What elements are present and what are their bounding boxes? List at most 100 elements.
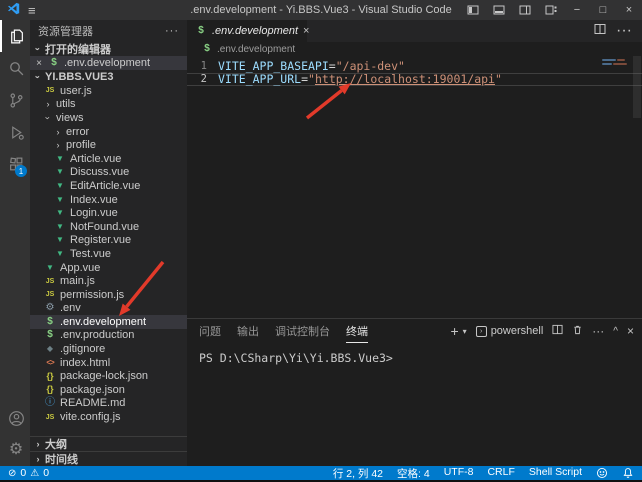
toggle-panel-icon[interactable] [486, 0, 512, 20]
tree-item-index-vue[interactable]: ▼Index.vue [30, 193, 187, 207]
more-actions-icon[interactable]: ··· [592, 324, 604, 338]
problems-status[interactable]: ⊘ 0 ⚠ 0 [8, 467, 49, 479]
outline-section[interactable]: › 大纲 [30, 436, 187, 451]
editor-scrollbar[interactable] [632, 56, 642, 318]
tree-item--env[interactable]: ⚙.env [30, 302, 187, 316]
tree-item-index-html[interactable]: <>index.html [30, 356, 187, 370]
tree-item-readme-md[interactable]: ⓘ README.md [30, 397, 187, 411]
status-bar: ⊘ 0 ⚠ 0 行 2, 列 42 空格: 4 UTF-8 CRLF Shell Scr… [0, 466, 642, 482]
tree-item-editarticle-vue[interactable]: ▼EditArticle.vue [30, 179, 187, 193]
split-editor-icon[interactable] [594, 22, 606, 40]
account-icon[interactable] [0, 402, 30, 434]
vue-file-icon: ▼ [54, 182, 66, 190]
project-section[interactable]: › YI.BBS.VUE3 [30, 70, 187, 84]
more-actions-icon[interactable]: ··· [165, 25, 179, 37]
shell-file-icon: $ [195, 26, 207, 36]
status-item[interactable]: 空格: 4 [397, 466, 430, 481]
tree-item--env-production[interactable]: $.env.production [30, 329, 187, 343]
menu-icon[interactable]: ≡ [28, 3, 36, 18]
toggle-sidebar-icon[interactable] [460, 0, 486, 20]
minimize-button[interactable]: − [564, 0, 590, 20]
status-item[interactable]: Shell Script [529, 466, 582, 481]
terminal-output[interactable]: PS D:\CSharp\Yi\Yi.BBS.Vue3> [187, 343, 642, 466]
more-actions-icon[interactable]: ··· [616, 22, 632, 40]
open-editors-section[interactable]: › 打开的编辑器 [30, 42, 187, 56]
tree-item-register-vue[interactable]: ▼Register.vue [30, 234, 187, 248]
open-editor-label: .env.development [64, 57, 150, 69]
close-tab-icon[interactable]: × [303, 25, 309, 37]
maximize-button[interactable]: □ [590, 0, 616, 20]
html-file-icon: <> [44, 359, 56, 367]
kill-terminal-icon[interactable] [572, 324, 583, 338]
customize-layout-icon[interactable] [538, 0, 564, 20]
tab-env-development[interactable]: $ .env.development × [187, 20, 307, 42]
terminal-prompt: PS D:\CSharp\Yi\Yi.BBS.Vue3> [199, 351, 393, 365]
split-terminal-icon[interactable] [552, 324, 563, 338]
tree-item-login-vue[interactable]: ▼Login.vue [30, 206, 187, 220]
line-number: 2 [187, 73, 207, 85]
close-editor-icon[interactable]: × [34, 58, 44, 69]
tree-item-package-lock-json[interactable]: {}package-lock.json [30, 369, 187, 383]
source-control-icon[interactable] [0, 84, 30, 116]
explorer-icon[interactable] [0, 20, 30, 52]
tree-item-main-js[interactable]: JSmain.js [30, 274, 187, 288]
tree-item-profile[interactable]: ›profile [30, 138, 187, 152]
tree-item-discuss-vue[interactable]: ▼Discuss.vue [30, 166, 187, 180]
code-editor[interactable]: 1VITE_APP_BASEAPI="/api-dev"2VITE_APP_UR… [187, 56, 642, 318]
notifications-bell-icon[interactable] [622, 467, 634, 479]
terminal-icon: › [476, 326, 487, 337]
open-editor-item[interactable]: × $ .env.development [30, 56, 187, 70]
status-item[interactable]: CRLF [487, 466, 514, 481]
tree-item-label: README.md [60, 397, 125, 409]
terminal-dropdown-icon[interactable]: ▾ [463, 327, 467, 336]
tree-item--env-development[interactable]: $.env.development [30, 315, 187, 329]
status-item[interactable]: 行 2, 列 42 [333, 466, 383, 481]
code-line-2[interactable]: 2VITE_APP_URL="http://localhost:19001/ap… [187, 73, 642, 87]
minimap-mark [617, 59, 625, 61]
tree-item-user-js[interactable]: JSuser.js [30, 84, 187, 98]
timeline-section[interactable]: › 时间线 [30, 451, 187, 466]
tree-item-vite-config-js[interactable]: JSvite.config.js [30, 410, 187, 424]
tree-item-label: profile [66, 139, 96, 151]
vue-file-icon: ▼ [54, 209, 66, 217]
maximize-panel-icon[interactable]: ^ [613, 326, 618, 337]
terminal-instance-item[interactable]: › powershell [476, 325, 544, 337]
line-number: 1 [187, 60, 207, 72]
close-panel-icon[interactable]: × [627, 324, 634, 338]
sidebar-title-row: 资源管理器 ··· [30, 20, 187, 42]
panel-tab-调试控制台[interactable]: 调试控制台 [275, 319, 330, 343]
tree-item-views[interactable]: ›views [30, 111, 187, 125]
info-file-icon: ⓘ [44, 398, 56, 408]
toggle-secondary-sidebar-icon[interactable] [512, 0, 538, 20]
extensions-icon[interactable]: 1 [0, 148, 30, 180]
feedback-icon[interactable] [596, 467, 608, 479]
breadcrumb[interactable]: $ .env.development [187, 42, 642, 56]
code-line-1[interactable]: 1VITE_APP_BASEAPI="/api-dev" [187, 59, 642, 73]
run-debug-icon[interactable] [0, 116, 30, 148]
breadcrumb-file: .env.development [217, 44, 295, 55]
minimap[interactable] [600, 56, 630, 318]
panel-tab-问题[interactable]: 问题 [199, 319, 221, 343]
tree-item-label: .env [60, 302, 81, 314]
tree-item-label: Discuss.vue [70, 166, 129, 178]
tree-item-notfound-vue[interactable]: ▼NotFound.vue [30, 220, 187, 234]
new-terminal-icon[interactable]: + [450, 323, 458, 339]
tree-item--gitignore[interactable]: ◆.gitignore [30, 342, 187, 356]
tree-item-package-json[interactable]: {}package.json [30, 383, 187, 397]
tree-item-article-vue[interactable]: ▼Article.vue [30, 152, 187, 166]
tree-item-label: user.js [60, 85, 92, 97]
settings-gear-icon[interactable]: ⚙ [0, 434, 30, 466]
tree-item-utils[interactable]: ›utils [30, 98, 187, 112]
shell-file-icon: $ [48, 58, 60, 68]
status-item[interactable]: UTF-8 [444, 466, 474, 481]
json-file-icon: {} [44, 372, 56, 381]
close-button[interactable]: × [616, 0, 642, 20]
tree-item-error[interactable]: ›error [30, 125, 187, 139]
search-icon[interactable] [0, 52, 30, 84]
vue-file-icon: ▼ [44, 264, 56, 272]
panel-tab-terminal-active[interactable]: 终端 [346, 319, 368, 343]
panel-tab-输出[interactable]: 输出 [237, 319, 259, 343]
tree-item-permission-js[interactable]: JSpermission.js [30, 288, 187, 302]
tree-item-app-vue[interactable]: ▼App.vue [30, 261, 187, 275]
tree-item-test-vue[interactable]: ▼Test.vue [30, 247, 187, 261]
